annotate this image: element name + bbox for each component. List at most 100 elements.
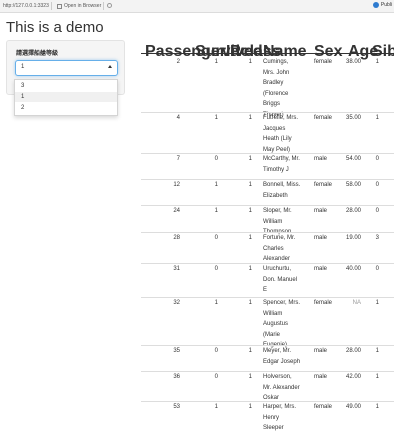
header-divider [141, 53, 394, 54]
cell-passengerid: 36 [173, 374, 180, 380]
cell-name-line: Cumings, [263, 59, 289, 65]
dropdown-option[interactable]: 3 [15, 81, 117, 91]
cell-sibsp: 1 [375, 348, 379, 354]
cell-name-line: Augustus [263, 321, 289, 327]
cell-pclass: 1 [248, 59, 252, 65]
cell-age: 54.00 [345, 156, 361, 162]
external-window-icon [57, 3, 62, 9]
url-text[interactable]: http://127.0.0.1:3323 [3, 3, 49, 9]
cell-name-line: (Marie [263, 331, 281, 338]
cell-survived: 0 [214, 235, 218, 241]
class-select[interactable]: 1 [15, 60, 118, 76]
page-title: This is a demo [6, 19, 104, 36]
refresh-icon[interactable] [107, 3, 112, 8]
cell-passengerid: 2 [176, 59, 180, 65]
cell-name: Bonnell, Miss. Elizabeth [263, 180, 311, 201]
cell-sex: male [314, 235, 328, 241]
cell-survived: 1 [214, 115, 218, 121]
cell-passengerid: 28 [173, 235, 180, 241]
row-divider [141, 179, 394, 180]
cell-name-line: Harper, Mrs. [263, 404, 297, 410]
cell-sex: male [314, 348, 328, 354]
cell-survived: 1 [214, 208, 218, 214]
cell-name-line: E [263, 287, 268, 293]
cell-sex: male [314, 374, 328, 380]
cell-name: Harper, Mrs.HenrySleeper(Myna [263, 402, 311, 435]
cell-age: NA [352, 300, 361, 306]
cell-passengerid: 32 [173, 300, 180, 306]
row-divider [141, 153, 394, 154]
data-table: PassengerId Survived Pclass Name Sex Age… [141, 40, 394, 435]
row-divider [141, 232, 394, 233]
cell-name-line: Edgar Joseph [263, 358, 301, 365]
row-divider [141, 401, 394, 402]
cell-sex: male [314, 208, 328, 214]
cell-name-line: (Florence [263, 90, 289, 97]
cell-sex: female [314, 115, 333, 121]
cell-pclass: 1 [248, 266, 252, 272]
toolbar-divider [51, 2, 52, 10]
row-divider [141, 205, 394, 206]
cell-name: Spencer, Mrs.WilliamAugustus(MarieEugeni… [263, 298, 311, 351]
cell-pclass: 1 [248, 115, 252, 121]
cell-name-line: Briggs [263, 101, 281, 107]
cell-survived: 1 [214, 59, 218, 65]
cell-name-line: William [263, 218, 283, 225]
row-divider [141, 297, 394, 298]
cell-passengerid: 12 [173, 182, 180, 188]
cell-name-line: Uruchurtu, [263, 266, 292, 272]
select-label: 請選擇船艙等級 [16, 51, 59, 57]
cell-age: 28.00 [345, 348, 361, 354]
cell-name-line: Bonnell, Miss. [263, 182, 301, 188]
row-divider [141, 371, 394, 372]
cell-sex: female [314, 404, 333, 410]
cell-sibsp: 3 [375, 235, 379, 241]
row-divider [141, 112, 394, 113]
caret-up-icon [108, 65, 112, 68]
cell-name: Cumings, Mrs. John Bradley (Florence Briggs T… [263, 57, 311, 120]
cell-name: McCarthy, Mr. Timothy J [263, 154, 311, 175]
cell-sex: male [314, 156, 328, 162]
cell-pclass: 1 [248, 182, 252, 188]
publish-label: Publi [380, 2, 392, 8]
publish-button[interactable]: Publi [372, 2, 392, 8]
cell-age: 35.00 [345, 115, 361, 121]
row-divider [141, 263, 394, 264]
cell-name-line: Henry [263, 414, 280, 421]
cell-age: 28.00 [345, 208, 361, 214]
cell-age: 38.00 [345, 59, 361, 65]
cell-sibsp: 1 [375, 404, 379, 410]
cell-survived: 1 [214, 182, 218, 188]
cell-name-line: Spencer, Mrs. [263, 300, 301, 306]
cell-passengerid: 53 [173, 404, 180, 410]
cell-name-line: Futrelle, Mrs. [263, 115, 299, 121]
cell-sibsp: 1 [375, 300, 379, 306]
cell-sex: female [314, 59, 333, 65]
toolbar-divider [103, 2, 104, 10]
cell-sibsp: 1 [375, 115, 379, 121]
cell-name: Futrelle, Mrs. Jacques Heath (Lily May Peel… [263, 113, 311, 155]
cell-name-line: Don. Manuel [263, 276, 298, 283]
cell-sex: female [314, 182, 333, 188]
cell-survived: 0 [214, 348, 218, 354]
cell-name-line: Sloper, Mr. [263, 208, 292, 214]
open-in-browser-button[interactable]: Open in Browser [57, 3, 101, 9]
cell-pclass: 1 [248, 235, 252, 241]
cell-name-line: Mr. Alexander [263, 384, 300, 391]
cell-name-line: Mrs. John [263, 69, 290, 76]
cell-name-line: McCarthy, Mr. [263, 156, 300, 162]
cell-name-line: Bradley [263, 80, 284, 86]
publish-icon [372, 2, 379, 8]
cell-sex: female [314, 300, 333, 306]
open-in-browser-label: Open in Browser [64, 3, 102, 9]
cell-name: Fortune, Mr. Charles Alexander [263, 233, 311, 265]
dropdown-option[interactable]: 1 [15, 92, 117, 102]
cell-name-line: William [263, 310, 283, 317]
cell-pclass: 1 [248, 348, 252, 354]
cell-pclass: 1 [248, 374, 252, 380]
cell-sex: male [314, 266, 328, 272]
cell-pclass: 1 [248, 404, 252, 410]
cell-name-line: Holverson, [263, 374, 292, 380]
cell-name-line: Charles [263, 245, 284, 252]
dropdown-option[interactable]: 2 [15, 103, 117, 113]
